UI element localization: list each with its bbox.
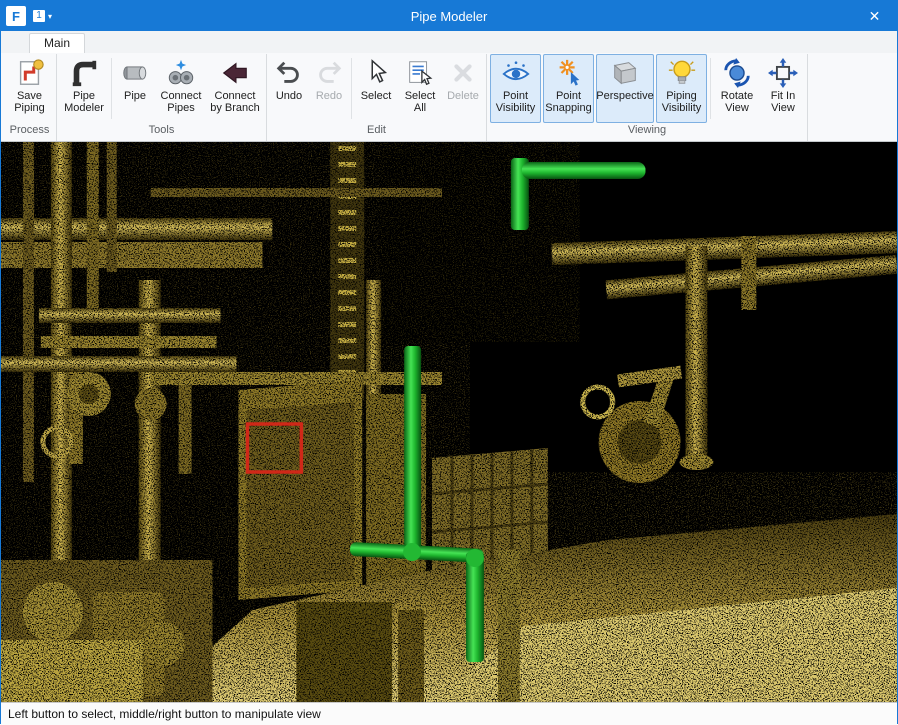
save-piping-icon — [15, 58, 45, 88]
ribbon: Save Piping Process Pipe Modeler — [1, 53, 897, 142]
save-piping-button[interactable]: Save Piping — [6, 54, 53, 123]
point-snapping-icon — [554, 58, 584, 88]
status-hint-text: Left button to select, middle/right butt… — [8, 707, 321, 721]
button-label: Fit In View — [764, 90, 802, 115]
button-label: Save Piping — [8, 90, 51, 115]
select-all-button[interactable]: Select All — [399, 54, 441, 123]
pipe-button[interactable]: Pipe — [115, 54, 155, 123]
select-cursor-icon — [361, 58, 391, 88]
button-label: Delete — [447, 90, 479, 102]
fit-in-view-icon — [768, 58, 798, 88]
chevron-down-icon: ▾ — [48, 12, 52, 21]
button-label: Pipe — [124, 90, 146, 102]
divider — [111, 58, 112, 119]
button-label: Select — [361, 90, 392, 102]
ribbon-tab-bar: Main — [1, 31, 897, 53]
select-all-icon — [405, 58, 435, 88]
undo-button[interactable]: Undo — [270, 54, 308, 123]
pipe-modeler-window: { "window": { "title": "Pipe Modeler", "… — [0, 0, 898, 724]
point-snapping-toggle[interactable]: Point Snapping — [543, 54, 594, 123]
window-title: Pipe Modeler — [1, 9, 897, 24]
button-label: Redo — [316, 90, 342, 102]
connect-by-branch-icon — [220, 58, 250, 88]
button-label: Rotate View — [716, 90, 758, 115]
ribbon-group-edit: Undo Redo Select — [267, 54, 487, 141]
viewport-3d-scene — [1, 142, 897, 702]
point-visibility-toggle[interactable]: Point Visibility — [490, 54, 541, 123]
rotate-view-button[interactable]: Rotate View — [714, 54, 760, 123]
undo-icon — [274, 58, 304, 88]
redo-button[interactable]: Redo — [310, 54, 348, 123]
pipe-modeler-button[interactable]: Pipe Modeler — [60, 54, 108, 123]
button-label: Point Visibility — [492, 90, 539, 115]
ribbon-group-process: Save Piping Process — [3, 54, 57, 141]
connect-pipes-button[interactable]: Connect Pipes — [157, 54, 205, 123]
point-visibility-eye-icon — [501, 58, 531, 88]
close-icon: ✕ — [869, 8, 881, 25]
connect-by-branch-button[interactable]: Connect by Branch — [207, 54, 263, 123]
app-menu-button[interactable]: F — [6, 6, 26, 26]
button-label: Connect Pipes — [159, 90, 203, 115]
pipe-icon — [120, 58, 150, 88]
button-label: Piping Visibility — [658, 90, 705, 115]
button-label: Point Snapping — [545, 90, 592, 115]
piping-visibility-toggle[interactable]: Piping Visibility — [656, 54, 707, 123]
piping-visibility-bulb-icon — [667, 58, 697, 88]
redo-icon — [314, 58, 344, 88]
button-label: Pipe Modeler — [62, 90, 106, 115]
button-label: Select All — [401, 90, 439, 115]
close-button[interactable]: ✕ — [852, 1, 897, 31]
button-label: Undo — [276, 90, 302, 102]
perspective-toggle[interactable]: Perspective — [596, 54, 654, 123]
group-label-tools: Tools — [59, 123, 264, 139]
ribbon-group-viewing: Point Visibility Point Snapping Perspect… — [487, 54, 808, 141]
tab-main[interactable]: Main — [29, 33, 85, 53]
delete-icon — [448, 58, 478, 88]
ribbon-group-tools: Pipe Modeler Pipe Connect — [57, 54, 267, 141]
button-label: Connect by Branch — [209, 90, 261, 115]
fit-in-view-button[interactable]: Fit In View — [762, 54, 804, 123]
group-label-edit: Edit — [269, 123, 484, 139]
title-bar: F 1 ▾ Pipe Modeler ✕ — [1, 1, 897, 31]
rotate-view-icon — [722, 58, 752, 88]
pipe-modeler-icon — [69, 58, 99, 88]
divider — [351, 58, 352, 119]
select-button[interactable]: Select — [355, 54, 397, 123]
quick-access-count: 1 — [33, 10, 45, 22]
group-label-process: Process — [5, 123, 54, 139]
status-bar: Left button to select, middle/right butt… — [1, 702, 897, 725]
group-label-viewing: Viewing — [489, 123, 805, 139]
button-label: Perspective — [596, 90, 653, 102]
delete-button[interactable]: Delete — [443, 54, 483, 123]
quick-access-toolbar[interactable]: 1 ▾ — [33, 10, 52, 22]
viewport[interactable] — [1, 142, 897, 702]
divider — [710, 58, 711, 119]
perspective-icon — [610, 58, 640, 88]
connect-pipes-icon — [166, 58, 196, 88]
